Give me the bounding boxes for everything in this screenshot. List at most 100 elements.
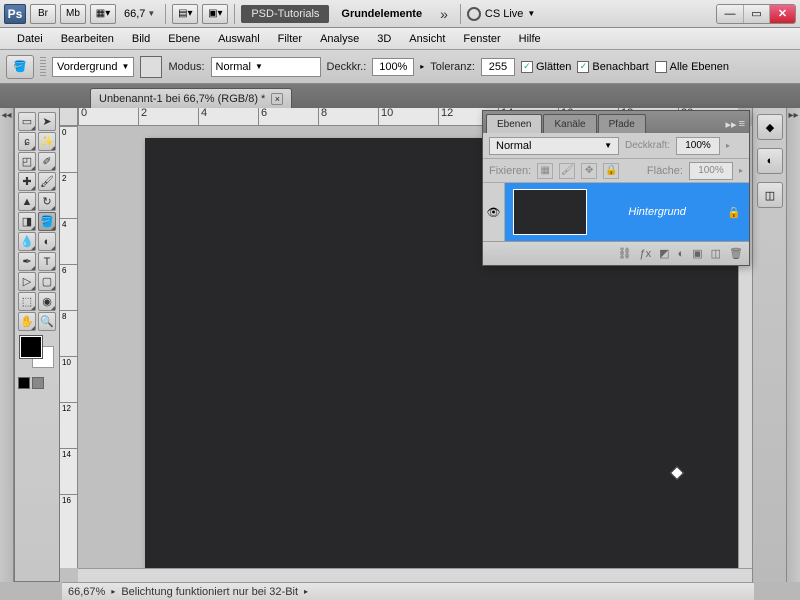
status-info-icon[interactable]: ▸ [304, 587, 308, 596]
arrange-documents-button[interactable]: ▤▾ [172, 4, 198, 24]
view-extras-button[interactable]: ▦▾ [90, 4, 116, 24]
workspace-active[interactable]: PSD-Tutorials [241, 5, 329, 23]
current-tool-icon[interactable]: 🪣 [6, 55, 34, 79]
left-dock-collapse[interactable]: ◂◂ [0, 108, 14, 582]
bridge-button[interactable]: Br [30, 4, 56, 24]
3d-tool[interactable]: ⬚ [18, 292, 36, 311]
horizontal-scrollbar[interactable] [78, 568, 752, 582]
cslive-icon [467, 7, 481, 21]
menu-filter[interactable]: Filter [269, 30, 311, 48]
close-tab-icon[interactable]: × [271, 93, 283, 105]
minibridge-button[interactable]: Mb [60, 4, 86, 24]
application-bar: Ps Br Mb ▦▾ 66,7▼ ▤▾ ▣▾ PSD-Tutorials Gr… [0, 0, 800, 28]
menu-hilfe[interactable]: Hilfe [510, 30, 550, 48]
magic-wand-tool[interactable]: ✨ [38, 132, 56, 151]
layer-row[interactable]: 👁 Hintergrund 🔒 [483, 183, 749, 241]
menu-bearbeiten[interactable]: Bearbeiten [52, 30, 123, 48]
tab-ebenen[interactable]: Ebenen [486, 114, 542, 133]
marquee-tool[interactable]: ➤ [38, 112, 56, 131]
link-layers-icon[interactable]: ⛓ [618, 247, 632, 260]
type-tool[interactable]: T [38, 252, 56, 271]
workspace-more-icon[interactable]: » [434, 6, 454, 22]
maximize-button[interactable]: ▭ [743, 5, 769, 23]
document-tab[interactable]: Unbenannt-1 bei 66,7% (RGB/8) * × [90, 88, 292, 108]
menu-bild[interactable]: Bild [123, 30, 159, 48]
clone-stamp-tool[interactable]: ▲ [18, 192, 36, 211]
lock-position-icon[interactable]: ✥ [581, 163, 597, 179]
contiguous-checkbox[interactable]: ✓Benachbart [577, 61, 648, 73]
panel-menu-icon[interactable]: ≡ [739, 118, 745, 131]
panel-collapse-icon[interactable]: ▸▸ [726, 118, 737, 131]
workspace-item[interactable]: Grundelemente [333, 5, 430, 23]
paint-bucket-tool[interactable]: 🪣 [38, 212, 56, 231]
menu-fenster[interactable]: Fenster [454, 30, 509, 48]
opacity-input[interactable]: 100% [372, 58, 414, 76]
paths-panel-icon[interactable]: ◫ [757, 182, 783, 208]
antialias-checkbox[interactable]: ✓Glätten [521, 61, 571, 73]
menu-auswahl[interactable]: Auswahl [209, 30, 269, 48]
tools-panel: ▭➤ ɕ✨ ◰✐ ✚🖌 ▲↻ ◨🪣 💧◐ ✒T ▷▢ ⬚◉ ✋🔍 [14, 108, 60, 582]
new-layer-icon[interactable]: ◫ [711, 247, 721, 260]
close-button[interactable]: ✕ [769, 5, 795, 23]
new-group-icon[interactable]: ▣ [692, 247, 702, 260]
layer-visibility-icon[interactable]: 👁 [483, 183, 505, 241]
blend-mode-dropdown[interactable]: Normal▼ [211, 57, 321, 77]
eyedropper-tool[interactable]: ✐ [38, 152, 56, 171]
adjustment-layer-icon[interactable]: ◐ [678, 248, 685, 260]
ruler-origin[interactable] [60, 108, 78, 126]
layer-mask-icon[interactable]: ◩ [659, 247, 669, 260]
all-layers-checkbox[interactable]: Alle Ebenen [655, 61, 729, 73]
tab-kanaele[interactable]: Kanäle [543, 114, 596, 133]
status-zoom[interactable]: 66,67% [68, 586, 105, 598]
healing-brush-tool[interactable]: ✚ [18, 172, 36, 191]
3d-camera-tool[interactable]: ◉ [38, 292, 56, 311]
right-dock-collapse[interactable]: ▸▸ [786, 108, 800, 582]
lock-pixels-icon[interactable]: 🖌 [559, 163, 575, 179]
menu-ebene[interactable]: Ebene [159, 30, 209, 48]
layer-fill-label: Fläche: [647, 165, 683, 177]
menu-3d[interactable]: 3D [368, 30, 400, 48]
history-brush-tool[interactable]: ↻ [38, 192, 56, 211]
lasso-tool[interactable]: ɕ [18, 132, 36, 151]
screenmode-toggle[interactable] [32, 377, 44, 389]
shape-tool[interactable]: ▢ [38, 272, 56, 291]
pen-tool[interactable]: ✒ [18, 252, 36, 271]
zoom-level-dropdown[interactable]: 66,7▼ [120, 4, 159, 24]
hand-tool[interactable]: ✋ [18, 312, 36, 331]
status-menu-icon[interactable]: ▸ [111, 587, 115, 596]
layer-opacity-input[interactable]: 100% [676, 137, 720, 155]
lock-all-icon[interactable]: 🔒 [603, 163, 619, 179]
pattern-swatch[interactable] [140, 56, 162, 78]
tab-pfade[interactable]: Pfade [598, 114, 646, 133]
layer-blend-mode-dropdown[interactable]: Normal▼ [489, 137, 619, 155]
grip-icon[interactable] [40, 57, 46, 77]
eraser-tool[interactable]: ◨ [18, 212, 36, 231]
zoom-tool[interactable]: 🔍 [38, 312, 56, 331]
layers-panel-icon[interactable]: ◆ [757, 114, 783, 140]
layer-name[interactable]: Hintergrund [597, 206, 717, 218]
menu-analyse[interactable]: Analyse [311, 30, 368, 48]
tolerance-input[interactable]: 255 [481, 58, 515, 76]
foreground-color[interactable] [20, 336, 42, 358]
channels-panel-icon[interactable]: ◐ [757, 148, 783, 174]
layer-fill-input[interactable]: 100% [689, 162, 733, 180]
fill-source-dropdown[interactable]: Vordergrund▼ [52, 57, 134, 77]
vertical-ruler[interactable]: 0246810121416 [60, 126, 78, 568]
quickmask-toggle[interactable] [18, 377, 30, 389]
menu-datei[interactable]: Datei [8, 30, 52, 48]
lock-transparency-icon[interactable]: ▦ [537, 163, 553, 179]
minimize-button[interactable]: — [717, 5, 743, 23]
path-selection-tool[interactable]: ▷ [18, 272, 36, 291]
foreground-background-colors[interactable] [18, 336, 58, 372]
delete-layer-icon[interactable]: 🗑 [729, 247, 743, 260]
layer-thumbnail[interactable] [513, 189, 587, 235]
blur-tool[interactable]: 💧 [18, 232, 36, 251]
menu-ansicht[interactable]: Ansicht [400, 30, 454, 48]
cslive-button[interactable]: CS Live▼ [467, 7, 535, 21]
brush-tool[interactable]: 🖌 [38, 172, 56, 191]
layer-style-icon[interactable]: ƒx [640, 248, 652, 260]
move-tool[interactable]: ▭ [18, 112, 36, 131]
crop-tool[interactable]: ◰ [18, 152, 36, 171]
screen-mode-button[interactable]: ▣▾ [202, 4, 228, 24]
dodge-tool[interactable]: ◐ [38, 232, 56, 251]
